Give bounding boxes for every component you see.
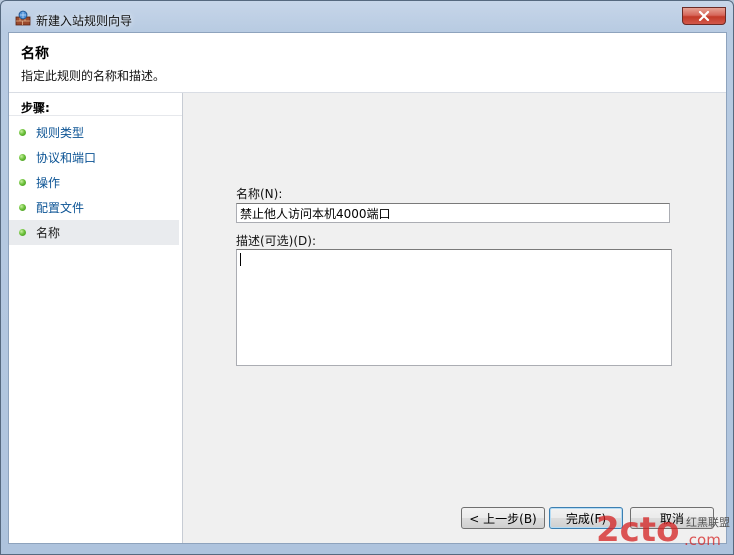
- description-input[interactable]: [236, 249, 672, 366]
- wizard-window: 新建入站规则向导 名称 指定此规则的名称和描述。 步骤: 规则类型 协议和端口: [0, 0, 734, 555]
- watermark-suffix: .com: [684, 531, 721, 549]
- steps-panel: 步骤: 规则类型 协议和端口 操作 配置文件 名称: [9, 93, 182, 543]
- step-name: 名称: [9, 220, 179, 245]
- step-label: 规则类型: [36, 126, 85, 140]
- step-label: 名称: [36, 226, 61, 240]
- description-label: 描述(可选)(D):: [236, 234, 317, 248]
- close-button[interactable]: [682, 7, 726, 25]
- back-button[interactable]: < 上一步(B): [461, 507, 545, 529]
- step-status-icon: [19, 129, 26, 136]
- close-icon: [698, 11, 710, 21]
- step-status-icon: [19, 229, 26, 236]
- watermark-caption: 红黑联盟: [686, 516, 730, 529]
- step-status-icon: [19, 204, 26, 211]
- name-input[interactable]: [236, 203, 670, 223]
- wizard-client-area: 名称 指定此规则的名称和描述。 步骤: 规则类型 协议和端口 操作 配置文件 名…: [8, 32, 727, 544]
- step-protocol-and-ports[interactable]: 协议和端口: [9, 145, 179, 170]
- title-bar[interactable]: 新建入站规则向导: [1, 1, 733, 31]
- step-status-icon: [19, 154, 26, 161]
- step-label: 配置文件: [36, 201, 85, 215]
- step-rule-type[interactable]: 规则类型: [9, 120, 179, 145]
- step-action[interactable]: 操作: [9, 170, 179, 195]
- steps-heading: 步骤:: [21, 101, 50, 115]
- step-status-icon: [19, 179, 26, 186]
- main-panel: 名称(N): 描述(可选)(D): < 上一步(B) 完成(F) 取消: [183, 93, 726, 543]
- name-label: 名称(N):: [236, 187, 283, 201]
- step-profile[interactable]: 配置文件: [9, 195, 179, 220]
- firewall-icon: [15, 10, 31, 26]
- window-title: 新建入站规则向导: [36, 14, 133, 28]
- wizard-header: 名称 指定此规则的名称和描述。: [9, 33, 726, 93]
- text-caret: [240, 253, 241, 266]
- page-title: 名称: [21, 46, 49, 62]
- page-description: 指定此规则的名称和描述。: [21, 69, 166, 83]
- steps-heading-divider: [9, 115, 182, 116]
- watermark-logo: 2cto .com: [596, 510, 721, 550]
- step-label: 协议和端口: [36, 151, 97, 165]
- step-label: 操作: [36, 176, 61, 190]
- watermark-text: 2cto: [596, 510, 679, 550]
